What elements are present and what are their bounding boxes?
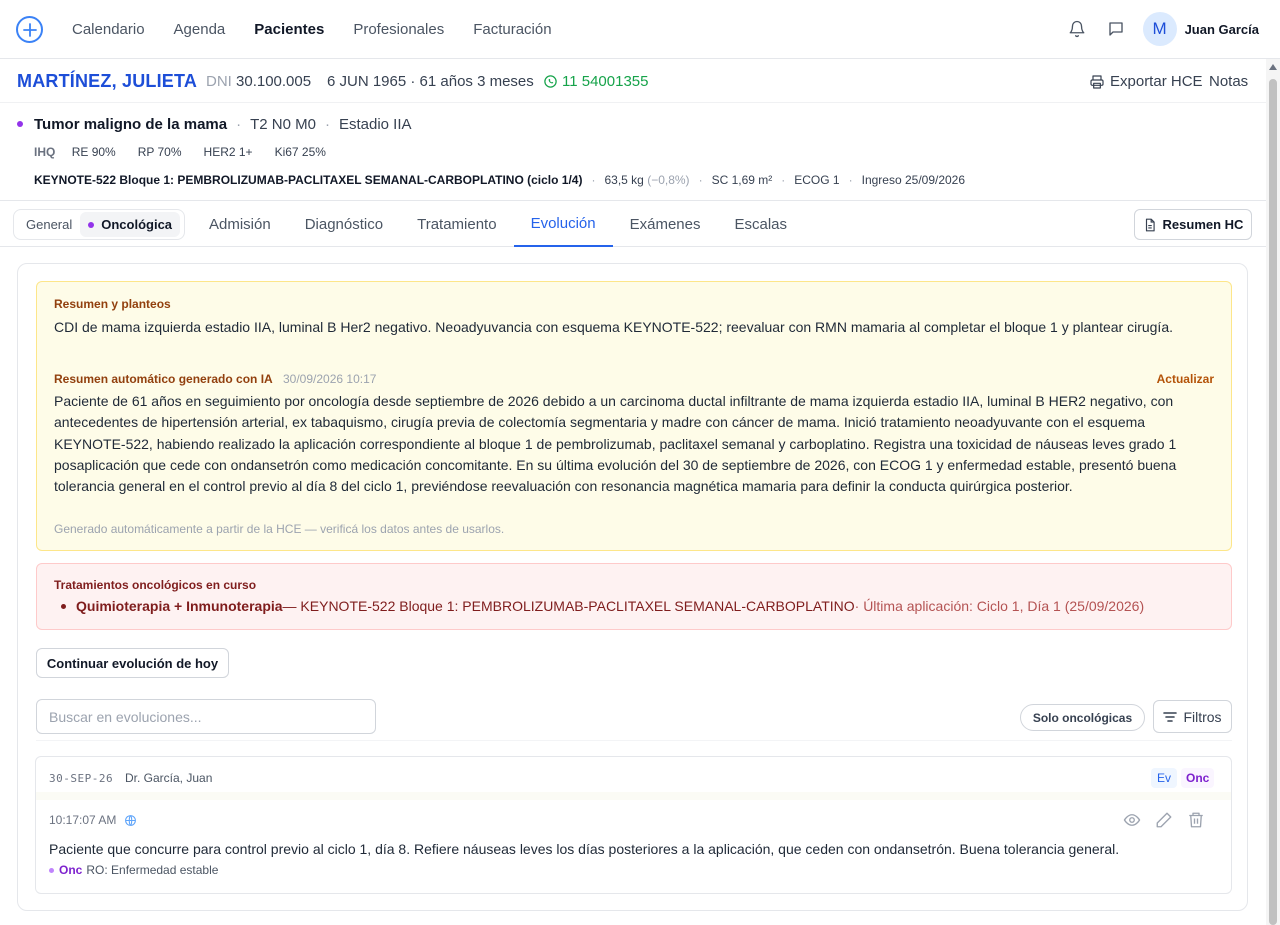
- tab-admision[interactable]: Admisión: [192, 201, 288, 247]
- top-navigation: Calendario Agenda Pacientes Profesionale…: [0, 0, 1280, 59]
- treatments-title: Tratamientos oncológicos en curso: [54, 578, 257, 592]
- diagnosis-dot: [17, 121, 23, 127]
- message-icon[interactable]: [1104, 17, 1128, 41]
- globe-icon: [125, 814, 137, 826]
- search-input[interactable]: [36, 699, 376, 734]
- printer-icon: [1090, 74, 1104, 89]
- patient-phone[interactable]: 11 54001355: [543, 73, 648, 90]
- evolution-doctor: Dr. García, Juan: [125, 771, 213, 785]
- nav-item-calendario[interactable]: Calendario: [72, 21, 145, 38]
- continue-evolution-button[interactable]: Continuar evolución de hoy: [36, 648, 229, 678]
- marker-rp: RP 70%: [137, 145, 182, 159]
- patient-name: MARTÍNEZ, JULIETA: [17, 71, 198, 91]
- patient-dob: 6 JUN 1965 · 61 años 3 meses: [327, 73, 534, 90]
- treatment-item: Quimioterapia + Inmunoterapia — KEYNOTE-…: [61, 598, 1144, 614]
- marker-her2: HER2 1+: [203, 145, 253, 159]
- marker-re: RE 90%: [71, 145, 116, 159]
- scroll-up-arrow-icon[interactable]: [1269, 64, 1277, 70]
- treatment-scheme-line: KEYNOTE-522 Bloque 1: PEMBROLIZUMAB-PACL…: [34, 173, 966, 187]
- patient-header: MARTÍNEZ, JULIETA DNI 30.100.005 6 JUN 1…: [0, 59, 1266, 103]
- bell-icon[interactable]: [1065, 17, 1089, 41]
- evolution-actions: [1123, 811, 1205, 834]
- treatments-box: Tratamientos oncológicos en curso Quimio…: [36, 563, 1232, 630]
- evolution-tags: Onc RO: Enfermedad estable: [49, 863, 218, 877]
- whatsapp-icon: [544, 75, 557, 88]
- evolution-header: 30-SEP-26 Dr. García, Juan Ev Onc: [36, 757, 1231, 800]
- diagnosis-panel: Tumor maligno de la mama · T2 N0 M0 · Estadi…: [0, 103, 1266, 201]
- export-hce-button[interactable]: Exportar HCE: [1089, 73, 1203, 90]
- tab-examenes[interactable]: Exámenes: [613, 201, 718, 247]
- nav-item-facturacion[interactable]: Facturación: [473, 21, 551, 38]
- resumen-hc-button[interactable]: Resumen HC: [1134, 209, 1252, 240]
- segment-oncologica[interactable]: Oncológica: [80, 212, 181, 237]
- summary-title: Resumen y planteos: [54, 297, 171, 311]
- patient-dni: DNI 30.100.005: [206, 73, 312, 90]
- edit-icon[interactable]: [1155, 811, 1173, 834]
- divider: [36, 740, 1232, 741]
- diagnosis-summary: Tumor maligno de la mama · T2 N0 M0 · Estadi…: [34, 116, 412, 133]
- view-segment: General Oncológica: [13, 209, 186, 240]
- eye-icon[interactable]: [1123, 811, 1141, 834]
- ai-update-button[interactable]: Actualizar: [1157, 372, 1214, 386]
- tab-diagnostico[interactable]: Diagnóstico: [288, 201, 400, 247]
- badge-ev: Ev: [1151, 768, 1178, 788]
- ai-summary-title: Resumen automático generado con IA: [54, 372, 273, 386]
- ai-summary-note: Generado automáticamente a partir de la …: [54, 522, 505, 536]
- only-oncologic-toggle[interactable]: Solo oncológicas: [1020, 704, 1145, 731]
- ai-summary-text: Paciente de 61 años en seguimiento por o…: [54, 393, 1177, 495]
- tab-bar: General Oncológica Admisión Diagnóstico …: [0, 201, 1266, 247]
- ihq-markers: IHQ RE 90% RP 70% HER2 1+ Ki67 25%: [34, 145, 326, 159]
- evolution-entry: 30-SEP-26 Dr. García, Juan Ev Onc 10:17:…: [35, 756, 1232, 894]
- nav-links: Calendario Agenda Pacientes Profesionale…: [72, 0, 581, 58]
- scroll-thumb[interactable]: [1269, 79, 1277, 925]
- nav-item-profesionales[interactable]: Profesionales: [353, 21, 444, 38]
- summary-box: Resumen y planteos CDI de mama izquierda…: [36, 281, 1232, 551]
- user-name[interactable]: Juan García: [1185, 22, 1259, 37]
- trash-icon[interactable]: [1187, 811, 1205, 834]
- evolution-text: Paciente que concurre para control previ…: [49, 841, 1120, 857]
- tabs: Admisión Diagnóstico Tratamiento Evoluci…: [192, 201, 804, 247]
- add-icon[interactable]: [16, 16, 43, 43]
- nav-item-pacientes[interactable]: Pacientes: [254, 21, 324, 38]
- evolution-date: 30-SEP-26: [49, 772, 114, 785]
- document-icon: [1145, 218, 1155, 231]
- nav-item-agenda[interactable]: Agenda: [174, 21, 226, 38]
- nav-right: M Juan García: [1050, 12, 1259, 46]
- evolution-panel: Resumen y planteos CDI de mama izquierda…: [17, 263, 1248, 911]
- notes-button[interactable]: Notas: [1209, 73, 1248, 90]
- segment-general[interactable]: General: [18, 212, 80, 237]
- avatar[interactable]: M: [1142, 12, 1177, 46]
- summary-text: CDI de mama izquierda estadio IIA, lumin…: [54, 319, 1173, 335]
- marker-ki67: Ki67 25%: [274, 145, 326, 159]
- tab-escalas[interactable]: Escalas: [718, 201, 805, 247]
- filters-button[interactable]: Filtros: [1153, 700, 1232, 733]
- evolution-time: 10:17:07 AM: [49, 813, 137, 827]
- scrollbar[interactable]: [1266, 59, 1280, 925]
- badge-onc: Onc: [1181, 768, 1215, 788]
- tab-evolucion[interactable]: Evolución: [513, 201, 613, 247]
- tab-tratamiento[interactable]: Tratamiento: [400, 201, 513, 247]
- filter-icon: [1163, 711, 1178, 722]
- ai-summary-date: 30/09/2026 10:17: [283, 372, 377, 386]
